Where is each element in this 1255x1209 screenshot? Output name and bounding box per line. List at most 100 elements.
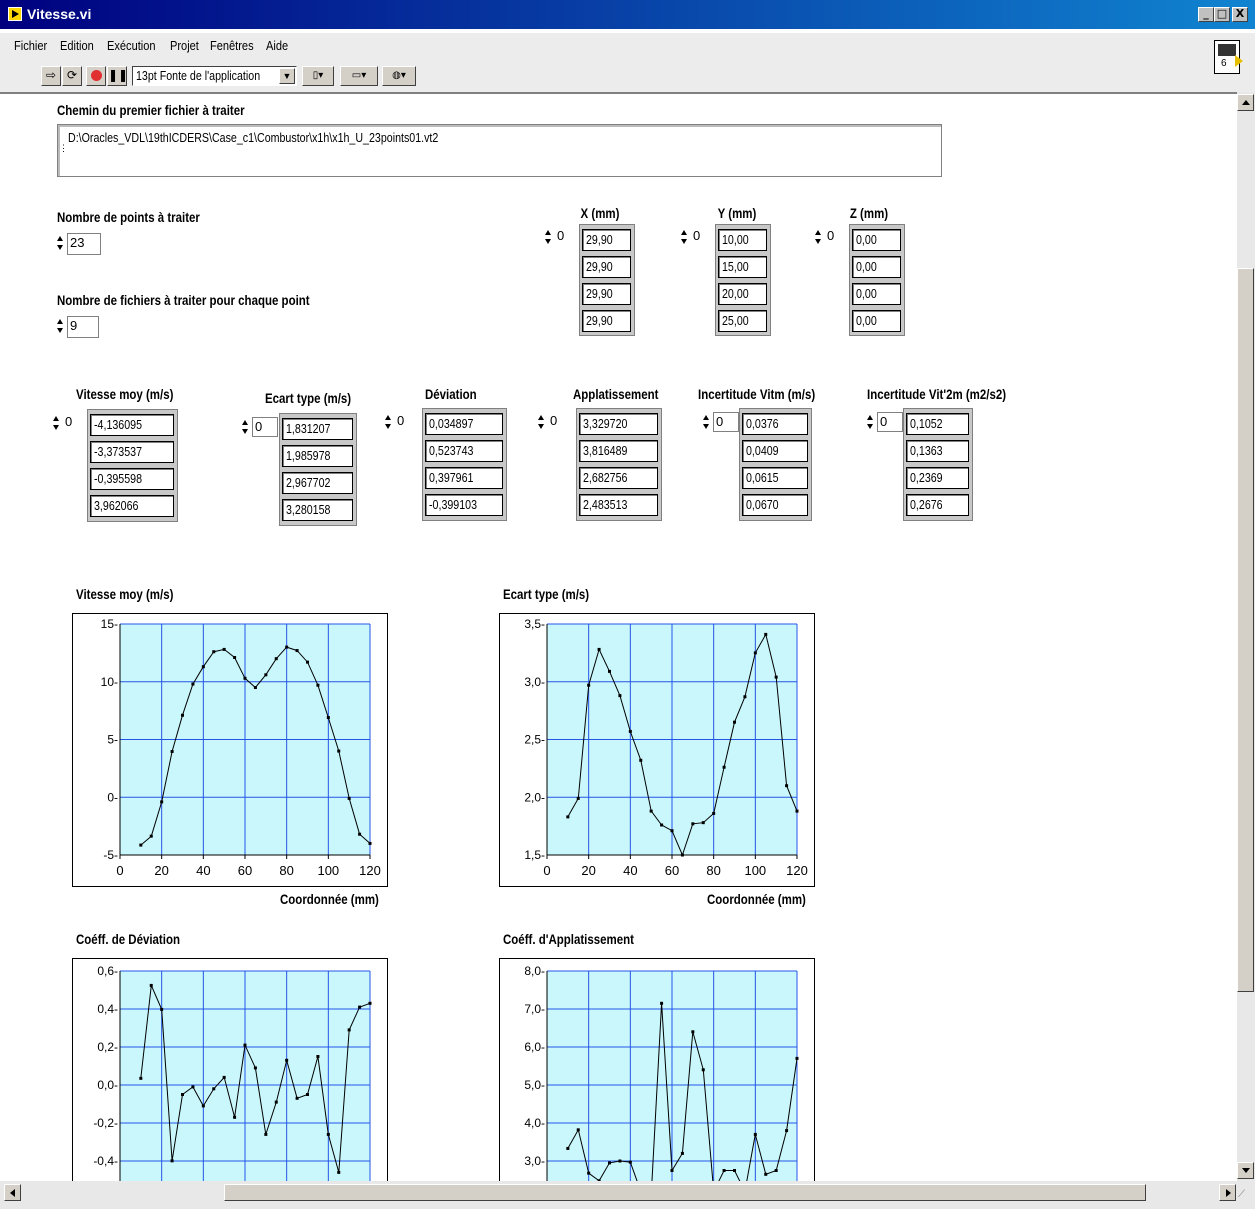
applatissement-index[interactable]: 0 [538, 412, 576, 434]
x-value[interactable]: 29,90 [582, 229, 631, 251]
vitesse-moy-index-value[interactable]: 0 [63, 413, 85, 433]
run-continuously-icon[interactable]: ⟳ [62, 66, 82, 86]
minimize-button[interactable]: _ [1198, 7, 1214, 22]
x-value[interactable]: 29,90 [582, 256, 631, 278]
ecart-type-value[interactable]: 2,967702 [282, 472, 353, 494]
y-value[interactable]: 25,00 [718, 310, 767, 332]
spin-arrows-icon[interactable] [545, 228, 552, 246]
deviation-index-value[interactable]: 0 [395, 412, 421, 432]
z-value[interactable]: 0,00 [852, 256, 901, 278]
deviation-value[interactable]: 0,397961 [425, 467, 503, 489]
vertical-scrollbar[interactable] [1237, 92, 1255, 1181]
y-value[interactable]: 20,00 [718, 283, 767, 305]
vitesse-moy-value[interactable]: -0,395598 [90, 468, 174, 490]
reorder-objects-icon[interactable]: ◍▾ [382, 66, 416, 86]
close-button[interactable]: X [1232, 7, 1248, 22]
maximize-button[interactable]: □ [1214, 7, 1230, 22]
scroll-down-icon[interactable] [1237, 1162, 1254, 1179]
spin-arrows-icon[interactable] [538, 413, 545, 431]
abort-icon[interactable] [86, 66, 106, 86]
scroll-up-icon[interactable] [1237, 94, 1254, 111]
deviation-value[interactable]: 0,034897 [425, 413, 503, 435]
menu-edition[interactable]: Edition [60, 38, 94, 53]
incertitude-vitm-value[interactable]: 0,0615 [742, 467, 808, 489]
vitesse-moy-index[interactable]: 0 [53, 413, 87, 435]
spin-arrows-icon[interactable] [681, 228, 688, 246]
applatissement-index-value[interactable]: 0 [548, 412, 576, 432]
spin-arrows-icon[interactable] [57, 234, 64, 252]
path-input[interactable]: ⋮ D:\Oracles_VDL\19thICDERS\Case_c1\Comb… [57, 124, 942, 177]
n-points-control[interactable]: 23 [57, 233, 101, 255]
applatissement-value[interactable]: 2,682756 [579, 467, 658, 489]
ecart-type-value[interactable]: 3,280158 [282, 499, 353, 521]
y-value[interactable]: 10,00 [718, 229, 767, 251]
incertitude-vit2m-index-value[interactable]: 0 [877, 412, 903, 432]
z-value[interactable]: 0,00 [852, 283, 901, 305]
spin-arrows-icon[interactable] [867, 413, 874, 431]
y-index-value[interactable]: 0 [691, 227, 713, 247]
resize-grip-icon[interactable]: ⟋ [1238, 1189, 1252, 1203]
menu-projet[interactable]: Projet [170, 38, 199, 53]
z-index-value[interactable]: 0 [825, 227, 847, 247]
spin-arrows-icon[interactable] [53, 414, 60, 432]
vitesse-moy-value[interactable]: -3,373537 [90, 441, 174, 463]
chevron-down-icon[interactable]: ▼ [279, 68, 295, 84]
vertical-scroll-thumb[interactable] [1237, 268, 1254, 992]
font-select[interactable]: 13pt Fonte de l'application ▼ [132, 66, 297, 86]
spin-arrows-icon[interactable] [385, 413, 392, 431]
horizontal-scrollbar[interactable]: ⟋ [0, 1181, 1255, 1209]
incertitude-vit2m-value[interactable]: 0,1052 [906, 413, 969, 435]
applatissement-value[interactable]: 2,483513 [579, 494, 658, 516]
menu-fichier[interactable]: Fichier [14, 38, 47, 53]
scroll-left-icon[interactable] [4, 1184, 21, 1201]
pause-icon[interactable]: ❚❚ [107, 66, 128, 86]
horizontal-scroll-thumb[interactable] [224, 1184, 1146, 1201]
spin-arrows-icon[interactable] [57, 317, 64, 335]
applatissement-value[interactable]: 3,816489 [579, 440, 658, 462]
browse-icon[interactable]: ⋮ [59, 143, 68, 155]
incertitude-vit2m-index[interactable]: 0 [867, 412, 903, 434]
incertitude-vit2m-value[interactable]: 0,1363 [906, 440, 969, 462]
incertitude-vitm-value[interactable]: 0,0670 [742, 494, 808, 516]
distribute-objects-icon[interactable]: ▭▾ [340, 66, 378, 86]
ecart-type-value[interactable]: 1,985978 [282, 445, 353, 467]
scroll-right-icon[interactable] [1219, 1184, 1236, 1201]
incertitude-vitm-value[interactable]: 0,0409 [742, 440, 808, 462]
ecart-type-value[interactable]: 1,831207 [282, 418, 353, 440]
align-objects-icon[interactable]: ▯▾ [302, 66, 334, 86]
run-arrow-icon[interactable]: ⇨ [41, 66, 61, 86]
spin-arrows-icon[interactable] [815, 228, 822, 246]
menu-fenetres[interactable]: Fenêtres [210, 38, 254, 53]
data-point [264, 1132, 268, 1136]
incertitude-vitm-index[interactable]: 0 [703, 412, 739, 434]
x-index[interactable]: 0 [545, 227, 579, 249]
ecart-type-index-value[interactable]: 0 [252, 417, 278, 437]
n-files-control[interactable]: 9 [57, 316, 99, 338]
deviation-value[interactable]: 0,523743 [425, 440, 503, 462]
z-index[interactable]: 0 [815, 227, 849, 249]
menu-aide[interactable]: Aide [266, 38, 288, 53]
ecart-type-index[interactable]: 0 [242, 417, 278, 439]
x-value[interactable]: 29,90 [582, 283, 631, 305]
vitesse-moy-value[interactable]: 3,962066 [90, 495, 174, 517]
vi-icon[interactable]: 6 [1214, 40, 1243, 74]
menu-execution[interactable]: Exécution [107, 38, 156, 53]
spin-arrows-icon[interactable] [242, 418, 249, 436]
incertitude-vitm-value[interactable]: 0,0376 [742, 413, 808, 435]
y-value[interactable]: 15,00 [718, 256, 767, 278]
x-index-value[interactable]: 0 [555, 227, 577, 247]
applatissement-value[interactable]: 3,329720 [579, 413, 658, 435]
incertitude-vit2m-value[interactable]: 0,2676 [906, 494, 969, 516]
z-value[interactable]: 0,00 [852, 229, 901, 251]
deviation-index[interactable]: 0 [385, 412, 421, 434]
incertitude-vit2m-value[interactable]: 0,2369 [906, 467, 969, 489]
spin-arrows-icon[interactable] [703, 413, 710, 431]
vitesse-moy-value[interactable]: -4,136095 [90, 414, 174, 436]
z-value[interactable]: 0,00 [852, 310, 901, 332]
y-index[interactable]: 0 [681, 227, 715, 249]
incertitude-vitm-index-value[interactable]: 0 [713, 412, 739, 432]
n-files-value[interactable]: 9 [67, 316, 99, 338]
n-points-value[interactable]: 23 [67, 233, 101, 255]
x-value[interactable]: 29,90 [582, 310, 631, 332]
deviation-value[interactable]: -0,399103 [425, 494, 503, 516]
